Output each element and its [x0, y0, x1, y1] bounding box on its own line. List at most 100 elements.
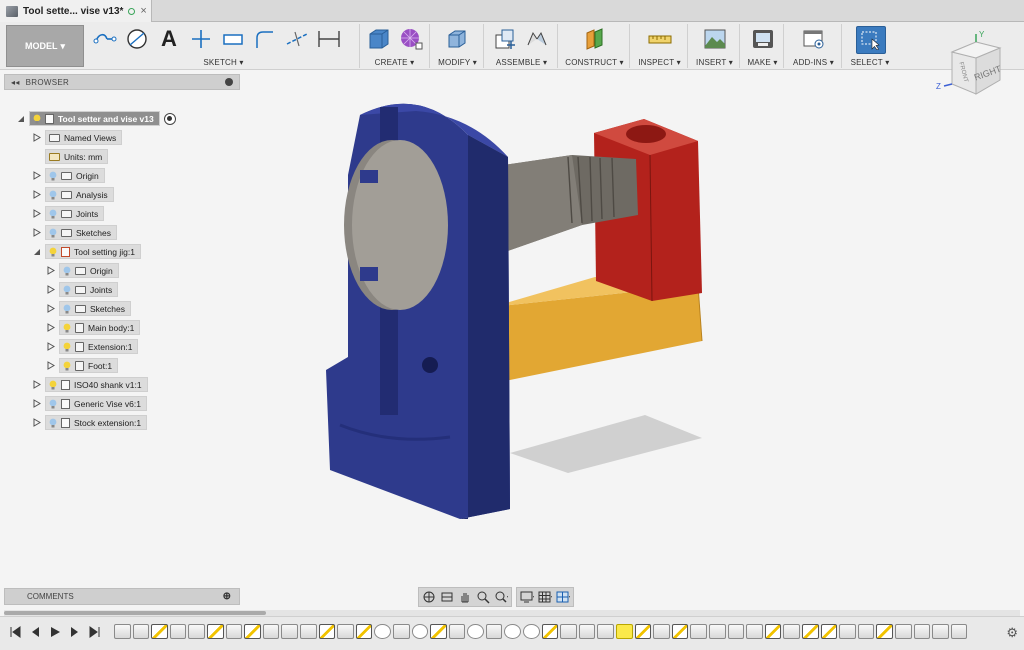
fillet-sketch-icon[interactable]	[252, 27, 278, 51]
lightbulb-icon[interactable]	[49, 171, 57, 181]
tree-item[interactable]: Stock extension:1	[32, 415, 148, 430]
tree-item[interactable]: ISO40 shank v1:1	[32, 377, 148, 392]
collapsed-triangle-icon[interactable]	[32, 377, 42, 392]
timeline-feature[interactable]	[913, 624, 931, 639]
expanded-triangle-icon[interactable]	[16, 111, 26, 126]
document-tab[interactable]: Tool sette... vise v13* ×	[0, 0, 152, 22]
tree-item[interactable]: Sketches	[46, 301, 131, 316]
display-settings-icon[interactable]	[520, 590, 534, 604]
collapsed-triangle-icon[interactable]	[32, 396, 42, 411]
zoom-window-icon[interactable]	[494, 590, 508, 604]
pan-hand-icon[interactable]	[458, 590, 472, 604]
collapsed-triangle-icon[interactable]	[32, 415, 42, 430]
tree-item[interactable]: Sketches	[32, 225, 117, 240]
timeline-feature[interactable]	[541, 624, 559, 639]
timeline-feature[interactable]	[653, 624, 670, 639]
timeline-feature[interactable]	[690, 624, 707, 639]
collapsed-triangle-icon[interactable]	[32, 130, 42, 145]
timeline-settings-gear-icon[interactable]: ⚙	[1006, 625, 1018, 641]
step-back-icon[interactable]	[28, 625, 42, 639]
lightbulb-icon[interactable]	[33, 114, 41, 124]
collapsed-triangle-icon[interactable]	[32, 168, 42, 183]
tree-item[interactable]: Units: mm	[45, 149, 109, 164]
timeline-feature[interactable]	[262, 624, 280, 639]
timeline-feature[interactable]	[374, 624, 391, 639]
timeline-feature[interactable]	[504, 624, 522, 639]
timeline-feature[interactable]	[430, 624, 447, 639]
timeline-feature[interactable]	[206, 624, 224, 639]
lightbulb-icon[interactable]	[49, 190, 57, 200]
timeline-feature[interactable]	[467, 624, 484, 639]
timeline-feature[interactable]	[857, 624, 875, 639]
lightbulb-icon[interactable]	[63, 304, 71, 314]
timeline-feature[interactable]	[318, 624, 336, 639]
timeline-feature[interactable]	[169, 624, 187, 639]
text-tool-icon[interactable]: A	[156, 26, 182, 51]
timeline-feature[interactable]	[839, 624, 856, 639]
lightbulb-icon[interactable]	[63, 342, 71, 352]
timeline-feature[interactable]	[485, 624, 503, 639]
timeline-feature[interactable]	[225, 624, 243, 639]
press-pull-icon[interactable]	[444, 27, 470, 51]
select-cursor-icon[interactable]	[856, 26, 886, 54]
go-to-start-icon[interactable]	[8, 625, 22, 639]
tree-item[interactable]: Joints	[46, 282, 119, 297]
add-comment-icon[interactable]: ⊕	[223, 591, 231, 602]
timeline-feature[interactable]	[894, 624, 912, 639]
activate-radio-icon[interactable]	[163, 112, 176, 125]
timeline-feature[interactable]	[132, 624, 150, 639]
insert-image-icon[interactable]	[702, 27, 728, 51]
timeline-feature[interactable]	[281, 624, 298, 639]
go-to-end-icon[interactable]	[88, 625, 102, 639]
step-forward-icon[interactable]	[68, 625, 82, 639]
comments-panel[interactable]: COMMENTS ⊕	[4, 588, 240, 605]
scrollbar-thumb[interactable]	[4, 611, 266, 615]
collapsed-triangle-icon[interactable]	[32, 206, 42, 221]
form-sphere-icon[interactable]	[398, 27, 424, 51]
play-icon[interactable]	[48, 625, 62, 639]
viewports-icon[interactable]	[556, 590, 570, 604]
trim-sketch-icon[interactable]	[284, 27, 310, 51]
timeline-feature[interactable]	[355, 624, 373, 639]
timeline-feature[interactable]	[411, 624, 429, 639]
modify-group-label[interactable]: MODIFY ▾	[432, 58, 483, 67]
browser-header[interactable]: ◂◂ BROWSER	[4, 74, 240, 90]
point-sketch-icon[interactable]	[188, 27, 214, 51]
timeline-feature[interactable]	[578, 624, 596, 639]
collapsed-triangle-icon[interactable]	[46, 358, 56, 373]
timeline-feature[interactable]	[876, 624, 893, 639]
3d-print-icon[interactable]	[750, 27, 776, 51]
rectangle-sketch-icon[interactable]	[220, 27, 246, 51]
timeline-feature[interactable]	[392, 624, 410, 639]
select-group-label[interactable]: SELECT ▾	[844, 58, 896, 67]
offset-plane-icon[interactable]	[582, 27, 608, 51]
timeline-feature[interactable]	[764, 624, 782, 639]
tree-item[interactable]: Origin	[32, 168, 105, 183]
lightbulb-icon[interactable]	[49, 418, 57, 428]
timeline-feature[interactable]	[114, 624, 131, 639]
inspect-group-label[interactable]: INSPECT ▾	[632, 58, 687, 67]
timeline-feature[interactable]	[448, 624, 466, 639]
tree-root[interactable]: Tool setter and vise v13	[16, 111, 176, 126]
scripts-addins-icon[interactable]	[801, 27, 827, 51]
timeline-feature[interactable]	[597, 624, 615, 639]
create-sketch-icon[interactable]	[92, 27, 118, 51]
dimension-sketch-icon[interactable]	[316, 27, 342, 51]
timeline-feature[interactable]	[820, 624, 838, 639]
joint-icon[interactable]	[524, 27, 550, 51]
timeline-feature[interactable]	[950, 624, 968, 639]
zoom-icon[interactable]	[476, 590, 490, 604]
timeline-feature[interactable]	[801, 624, 819, 639]
tree-item[interactable]: Tool setting jig:1	[32, 244, 141, 259]
extrude-box-icon[interactable]	[366, 27, 392, 51]
tree-item[interactable]: Named Views	[32, 130, 123, 145]
timeline-feature[interactable]	[727, 624, 745, 639]
workspace-switcher-button[interactable]: MODEL ▾	[6, 25, 84, 67]
create-group-label[interactable]: CREATE ▾	[360, 58, 429, 67]
circle-sketch-icon[interactable]	[124, 27, 150, 51]
lightbulb-icon[interactable]	[49, 228, 57, 238]
tree-item[interactable]: Main body:1	[46, 320, 141, 335]
pin-icon[interactable]	[225, 78, 233, 86]
look-at-icon[interactable]	[440, 590, 454, 604]
timeline-feature[interactable]	[746, 624, 763, 639]
